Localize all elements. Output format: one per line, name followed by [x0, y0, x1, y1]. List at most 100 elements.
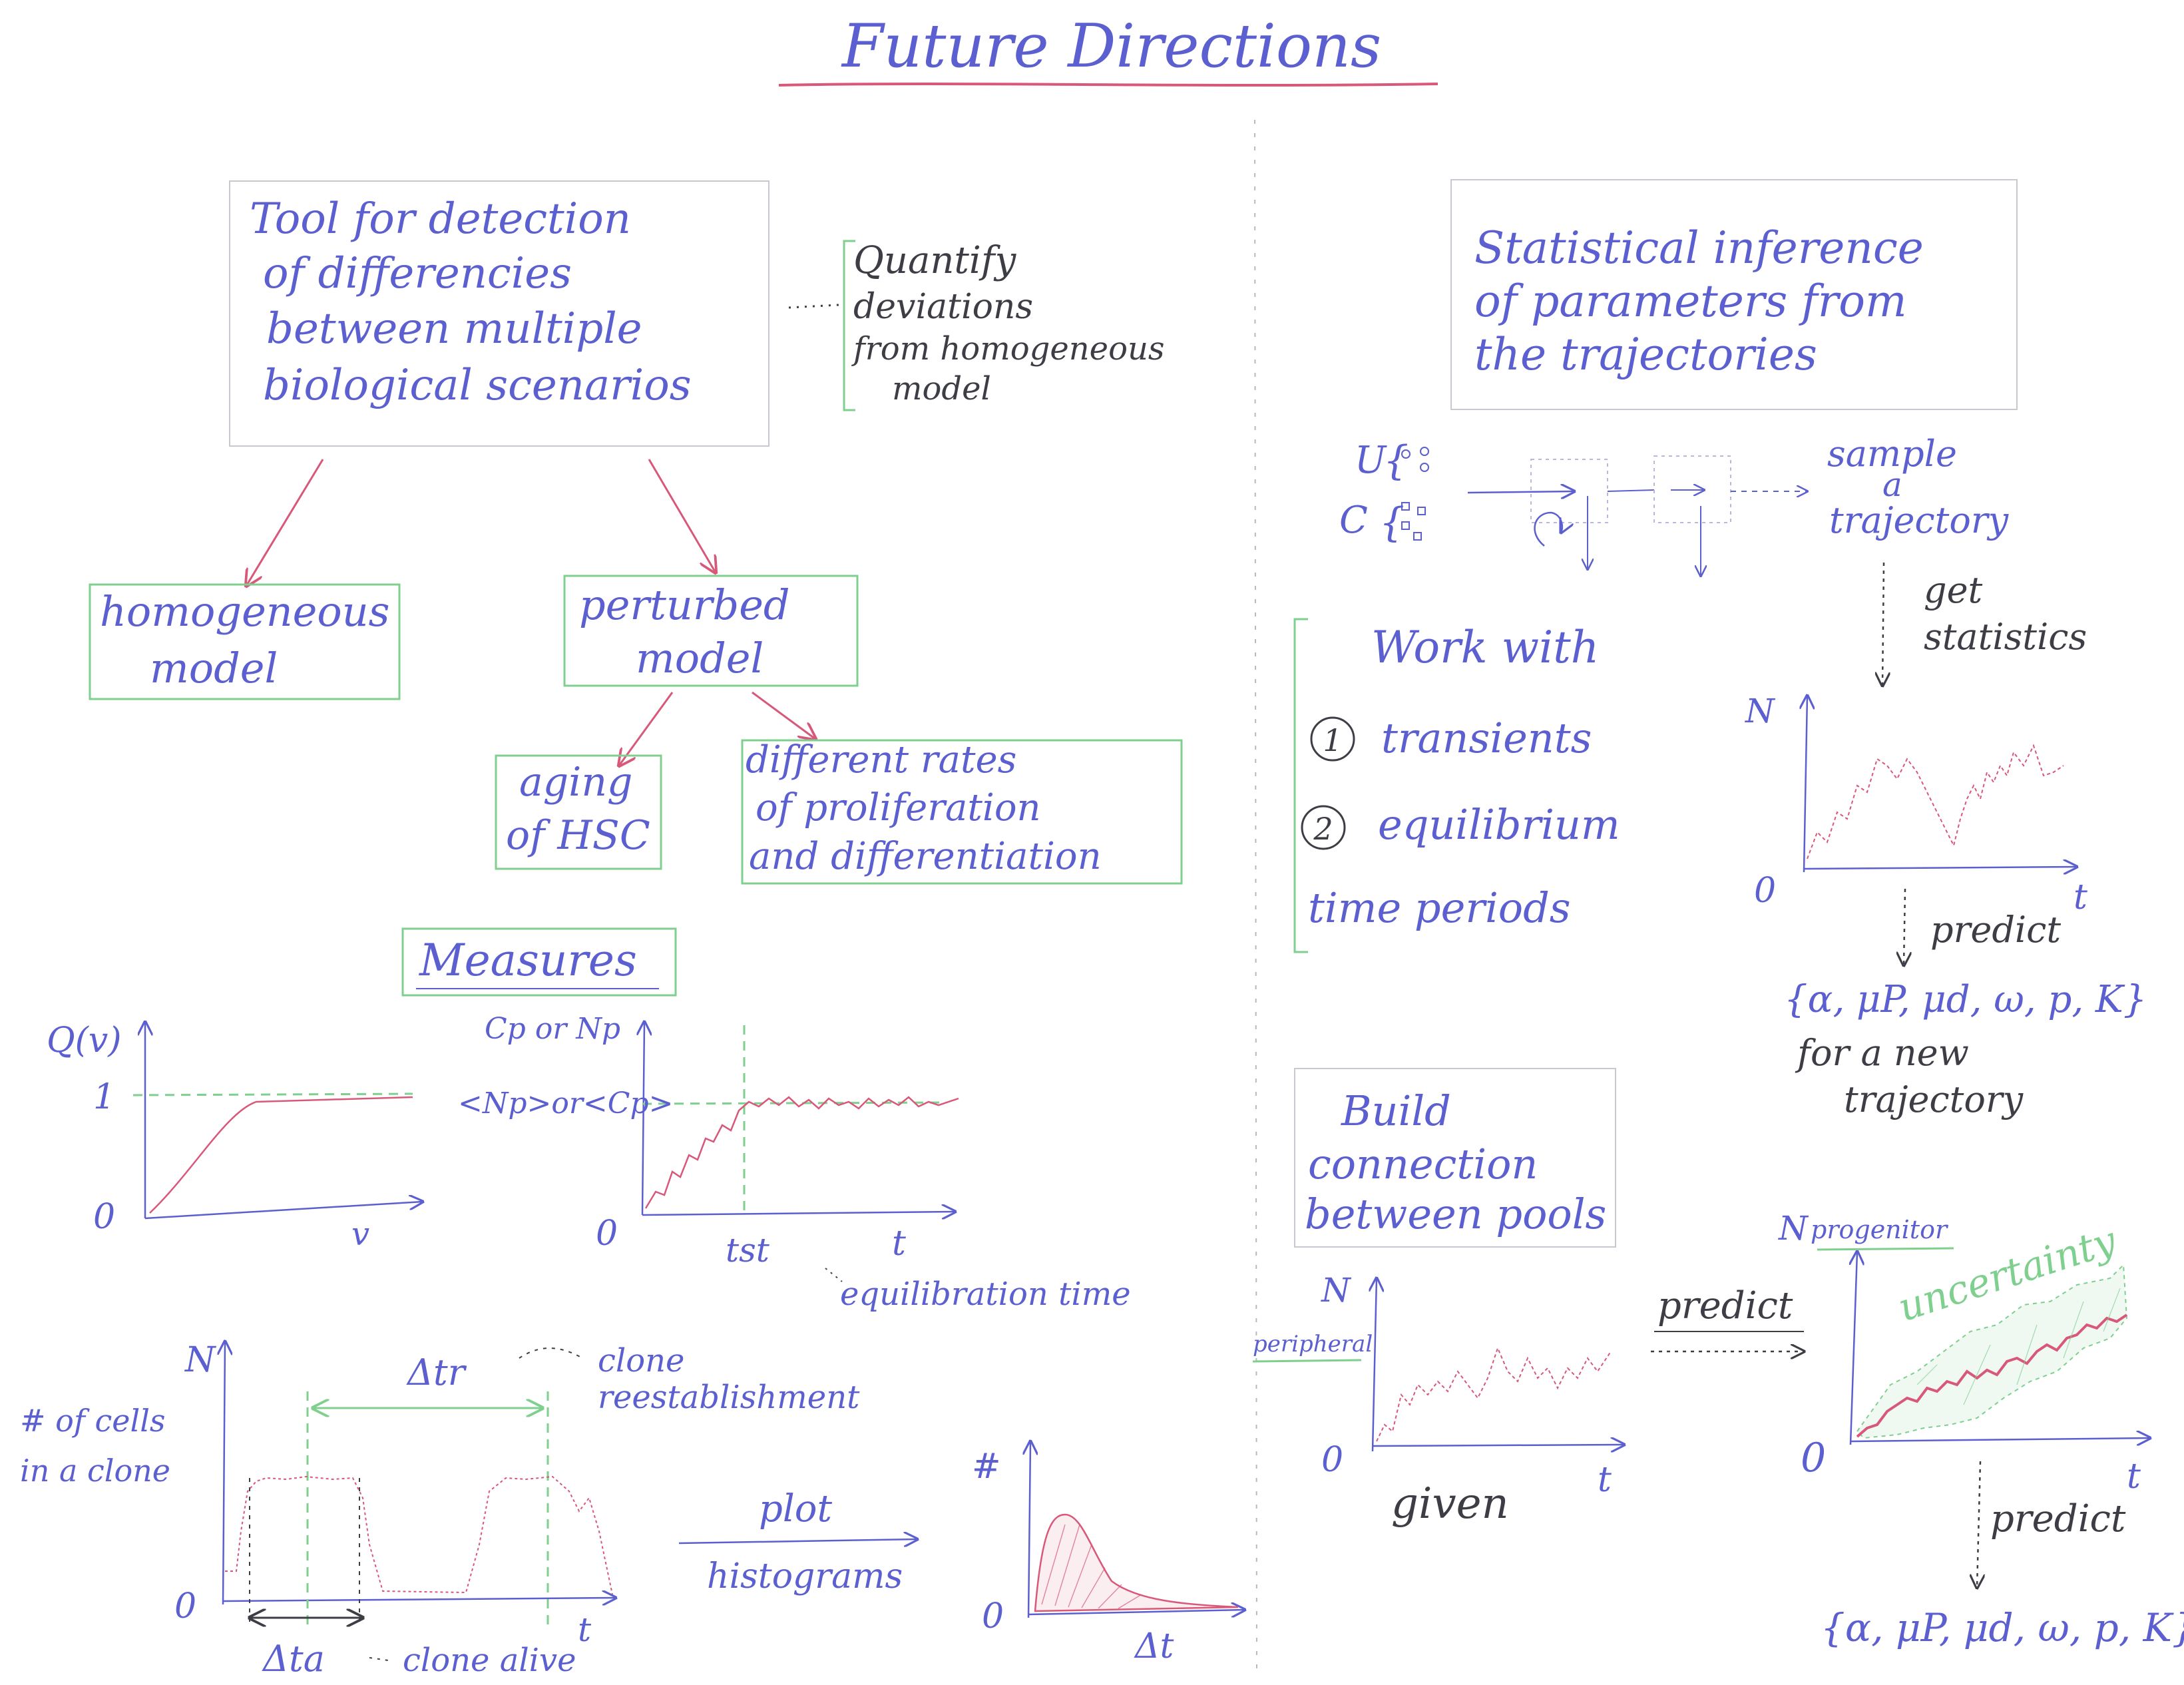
- prog-plot-origin: 0: [1801, 1435, 1826, 1481]
- quantify-line-1: Quantify: [853, 239, 1017, 282]
- stat-line-2: of parameters from: [1474, 276, 1907, 327]
- clone-plot-trajectory: [225, 1475, 613, 1595]
- clone-plot-xlabel: t: [578, 1610, 592, 1649]
- rates-line-3: and differentiation: [749, 835, 1102, 878]
- clone-plot: N # of cells in a clone 0 Δtr clone rees…: [20, 1340, 860, 1680]
- predict-1-label: predict: [1930, 909, 2061, 951]
- eq-plot-ylabel: Cp or Np: [485, 1012, 620, 1046]
- predict-1-note-2: trajectory: [1844, 1079, 2024, 1120]
- periph-plot-ysub: peripheral: [1253, 1331, 1373, 1357]
- q-plot-one-guide: [132, 1092, 413, 1096]
- eq-plot-tst-note: equilibration time: [840, 1276, 1131, 1313]
- build-line-1: Build: [1341, 1086, 1451, 1135]
- prog-plot-ysub: progenitor: [1811, 1215, 1949, 1244]
- q-plot-ylabel: Q(v): [47, 1021, 122, 1061]
- hist-plot-xlabel: Δt: [1134, 1626, 1174, 1666]
- periph-plot-trajectory: [1376, 1346, 1612, 1442]
- title-underline: [778, 83, 1438, 87]
- u-brace: {: [1383, 437, 1409, 484]
- predict-2-label: predict: [1657, 1284, 1793, 1327]
- homogeneous-line-2: model: [150, 644, 278, 692]
- rates-line-2: of proliferation: [756, 786, 1041, 830]
- tool-box-line-2: of differencies: [263, 249, 572, 298]
- clone-plot-x-axis: [222, 1598, 616, 1601]
- hist-plot-curve: [1034, 1513, 1239, 1612]
- q-plot-tick-one: 1: [93, 1077, 115, 1117]
- hist-plot-y-axis: [1028, 1441, 1030, 1618]
- prog-plot: uncertainty N progenitor 0 t: [1778, 1209, 2150, 1497]
- aging-line-2: of HSC: [506, 812, 650, 859]
- work-item-1: transients: [1381, 714, 1592, 762]
- arrow-tool-to-perturbed: [648, 459, 716, 573]
- plot-arrow-sublabel: histograms: [707, 1557, 903, 1596]
- clone-plot-delta-a: Δta: [262, 1638, 325, 1680]
- clone-plot-delta-a-note: clone alive: [403, 1642, 576, 1679]
- stat-plot-trajectory: [1807, 744, 2064, 859]
- eq-plot-tst: tst: [726, 1231, 770, 1270]
- predict-3-arrow: [1977, 1461, 1980, 1588]
- delta-a-pointer: [369, 1657, 393, 1662]
- periph-plot-x-axis: [1372, 1445, 1624, 1446]
- plot-arrow: [678, 1539, 917, 1543]
- clone-plot-side-2: in a clone: [20, 1453, 170, 1489]
- prog-plot-x-axis: [1850, 1438, 2150, 1441]
- c-cell-4: [1413, 532, 1422, 541]
- page-title: Future Directions: [841, 11, 1381, 81]
- stat-plot-origin: 0: [1754, 871, 1776, 911]
- arrow-tool-to-homogeneous: [246, 459, 324, 586]
- homogeneous-line-1: homogeneous: [100, 587, 389, 636]
- schematic-loop: [1534, 511, 1562, 547]
- delta-r-pointer: [519, 1347, 583, 1359]
- work-item-2-num: 2: [1313, 811, 1333, 847]
- clone-plot-origin: 0: [174, 1586, 196, 1626]
- hist-plot-origin: 0: [982, 1596, 1004, 1636]
- periph-plot-given: given: [1391, 1479, 1509, 1529]
- periph-plot-xlabel: t: [1598, 1460, 1612, 1500]
- u-cell-3: [1420, 463, 1429, 472]
- rates-line-1: different rates: [746, 738, 1016, 782]
- c-cell-2: [1417, 507, 1426, 515]
- schematic-u-label: U: [1355, 439, 1387, 482]
- clone-plot-ylabel: N: [184, 1340, 216, 1380]
- q-plot-curve: [149, 1096, 413, 1214]
- get-stats-arrow: [1882, 562, 1884, 686]
- stat-plot-y-axis: [1804, 696, 1807, 873]
- prog-plot-ysub-underline: [1817, 1247, 1954, 1251]
- periph-plot-origin: 0: [1321, 1440, 1343, 1480]
- q-plot: Q(v) 1 0 v: [47, 1021, 423, 1253]
- quantify-line-3: from homogeneous: [851, 330, 1165, 367]
- quantify-line-2: deviations: [853, 287, 1033, 327]
- predict-1-note-1: for a new: [1795, 1032, 1969, 1074]
- periph-plot-y-axis: [1373, 1278, 1377, 1452]
- periph-plot-ysub-underline: [1252, 1359, 1362, 1363]
- perturbed-line-2: model: [636, 634, 764, 682]
- stat-plot: N 0 t: [1745, 692, 2087, 917]
- eq-plot-trajectory: [644, 1096, 959, 1209]
- schematic-input-arrow: [1467, 491, 1574, 493]
- predict-3-params: {α, μP, μd, ω, p, K}: [1821, 1605, 2184, 1650]
- q-plot-x-axis: [144, 1202, 423, 1220]
- sample-line-2: a: [1882, 465, 1902, 504]
- sample-line-3: trajectory: [1829, 499, 2010, 541]
- aging-line-1: aging: [519, 759, 632, 806]
- plot-arrow-label: plot: [759, 1487, 832, 1531]
- eq-plot-xlabel: t: [892, 1224, 906, 1264]
- prog-plot-xlabel: t: [2127, 1457, 2141, 1497]
- tool-box-line-1: Tool for detection: [250, 194, 631, 244]
- clone-plot-delta-r-note-2: reestablishment: [598, 1379, 860, 1416]
- stat-line-1: Statistical inference: [1474, 222, 1924, 274]
- get-line-2: statistics: [1924, 616, 2087, 658]
- q-plot-xlabel: v: [351, 1216, 369, 1253]
- hist-plot-ylabel: #: [972, 1447, 1001, 1487]
- work-bracket: [1293, 618, 1308, 953]
- work-title: Work with: [1371, 622, 1599, 673]
- predict-1-arrow: [1904, 888, 1905, 965]
- periph-plot: N peripheral 0 t given: [1252, 1271, 1624, 1529]
- u-cell-2: [1420, 447, 1429, 456]
- work-item-1-num: 1: [1323, 722, 1342, 758]
- work-item-2: equilibrium: [1378, 800, 1620, 849]
- get-line-1: get: [1924, 569, 1983, 611]
- clone-plot-delta-r-note-1: clone: [598, 1342, 684, 1379]
- prog-plot-y-axis: [1851, 1252, 1857, 1445]
- center-divider: [1254, 119, 1257, 1678]
